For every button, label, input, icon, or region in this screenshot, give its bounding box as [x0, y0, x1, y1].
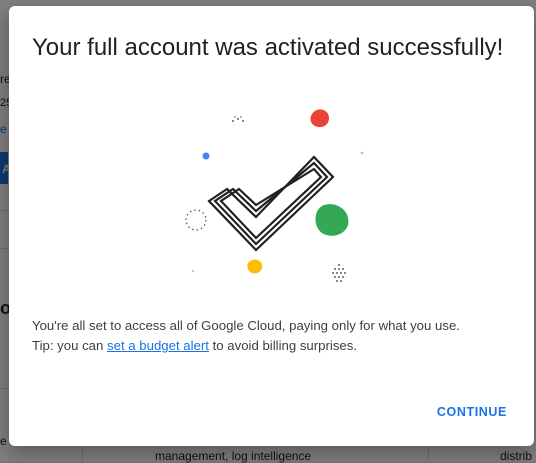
dialog-title: Your full account was activated successf…	[32, 34, 504, 61]
tip-suffix: to avoid billing surprises.	[208, 338, 358, 353]
background-divider	[428, 446, 429, 461]
background-divider	[0, 248, 9, 249]
background-divider	[82, 446, 83, 461]
account-activated-dialog: Your full account was activated successf…	[9, 6, 534, 446]
speck	[360, 151, 364, 155]
dotted-circle	[185, 209, 207, 231]
red-blob	[310, 109, 329, 128]
continue-button[interactable]: CONTINUE	[437, 401, 507, 423]
yellow-blob	[247, 259, 263, 274]
success-illustration	[185, 109, 364, 282]
checkmark-icon	[207, 155, 335, 252]
tip-line: Tip: you can set a budget alert to avoid…	[32, 336, 522, 356]
dot-cluster-top	[232, 116, 244, 122]
background-divider	[0, 388, 9, 389]
background-link: e	[0, 122, 7, 136]
speck	[192, 270, 194, 272]
budget-alert-link[interactable]: set a budget alert	[107, 338, 209, 353]
dialog-message: You're all set to access all of Google C…	[32, 316, 522, 356]
blue-dot	[202, 152, 210, 160]
green-blob	[315, 204, 349, 236]
tip-prefix: Tip: you can	[32, 338, 108, 353]
dot-cluster-bottom	[332, 264, 346, 282]
background-text: e	[0, 434, 7, 448]
background-divider	[0, 210, 9, 211]
message-line: You're all set to access all of Google C…	[32, 318, 460, 333]
